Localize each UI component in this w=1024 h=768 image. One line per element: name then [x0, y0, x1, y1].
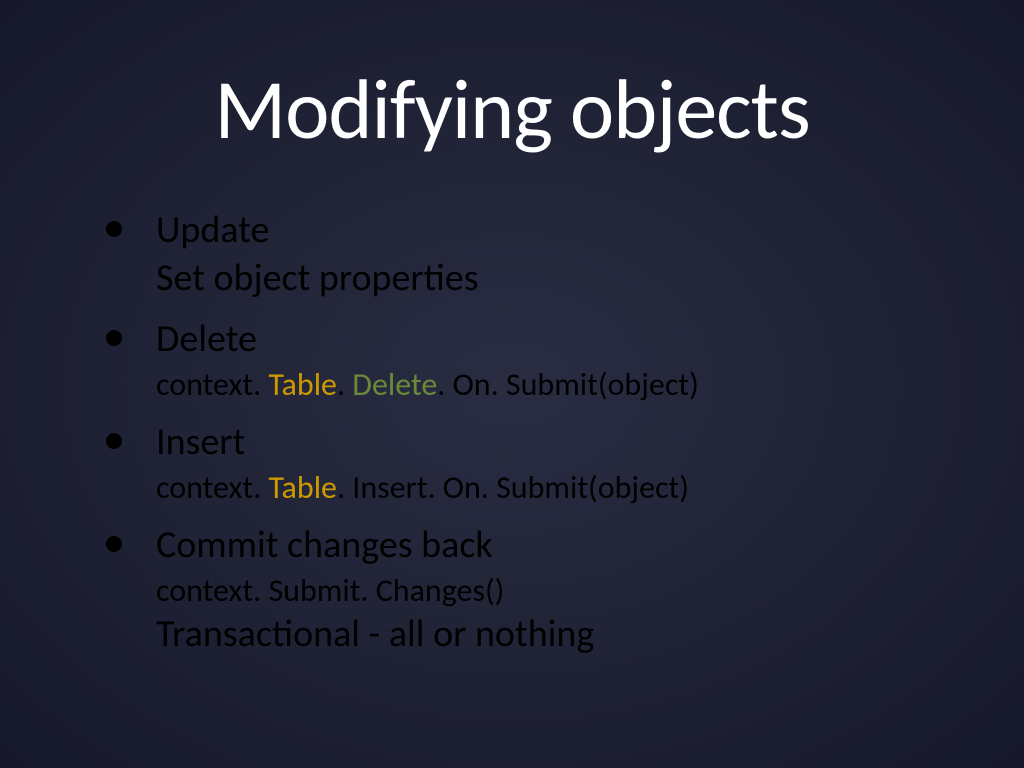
list-item: Delete context. Table. Delete. On. Submi… — [100, 316, 924, 405]
bullet-heading: Delete — [156, 316, 924, 364]
code-text: . — [337, 365, 352, 404]
slide-title: Modifying objects — [100, 58, 924, 161]
bullet-subtext: Transactional - all or nothing — [156, 611, 924, 659]
code-text: . On. Submit(object) — [437, 365, 699, 404]
code-line: context. Submit. Changes() — [156, 570, 924, 612]
code-text: context. — [156, 468, 268, 507]
code-text: . Insert. On. Submit(object) — [337, 468, 689, 507]
code-line: context. Table. Insert. On. Submit(objec… — [156, 467, 924, 509]
list-item: Update Set object properties — [100, 207, 924, 302]
code-line: context. Table. Delete. On. Submit(objec… — [156, 364, 924, 406]
code-table: Table — [268, 365, 337, 404]
code-text: context. — [156, 365, 268, 404]
slide: Modifying objects Update Set object prop… — [0, 0, 1024, 768]
code-table: Table — [268, 468, 337, 507]
bullet-heading: Insert — [156, 419, 924, 467]
list-item: Insert context. Table. Insert. On. Submi… — [100, 419, 924, 508]
code-text: context. Submit. Changes() — [156, 571, 504, 610]
bullet-heading: Commit changes back — [156, 522, 924, 570]
list-item: Commit changes back context. Submit. Cha… — [100, 522, 924, 659]
bullet-heading: Update — [156, 207, 924, 255]
bullet-list: Update Set object properties Delete cont… — [100, 207, 924, 659]
bullet-subtext: Set object properties — [156, 255, 924, 303]
code-accent: Delete — [352, 365, 437, 404]
